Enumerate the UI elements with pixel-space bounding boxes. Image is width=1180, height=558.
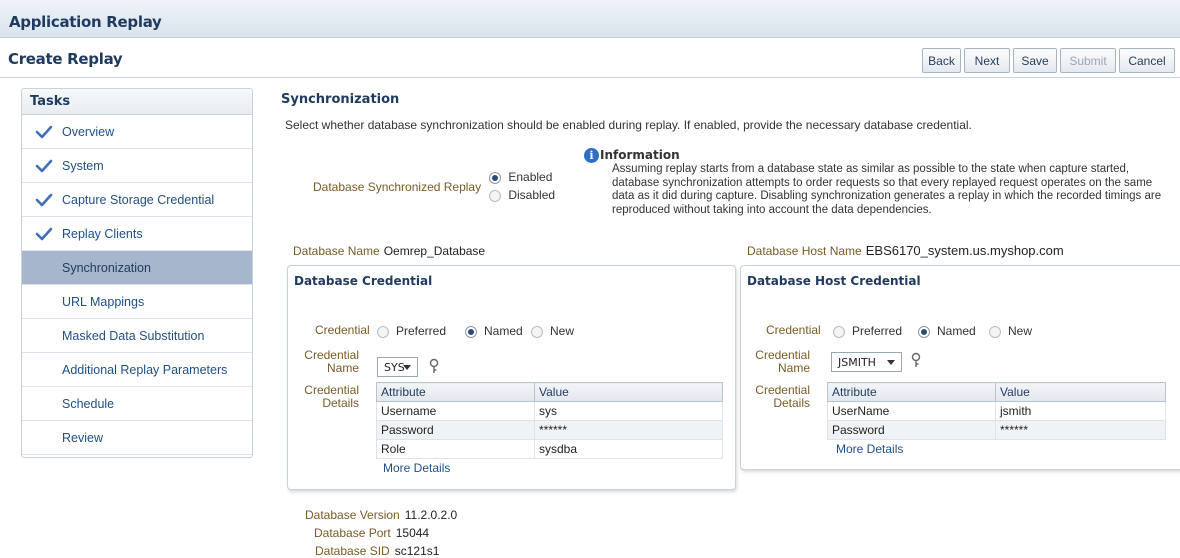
section-description: Select whether database synchronization … xyxy=(285,118,972,132)
submit-button[interactable]: Submit xyxy=(1060,48,1116,73)
host-credential-label: Credential xyxy=(766,323,821,337)
database-sid: Database SID sc121s1 xyxy=(315,544,440,558)
db-credential-label: Credential xyxy=(315,323,370,337)
db-named-radio[interactable] xyxy=(465,325,477,338)
app-header: Application Replay xyxy=(0,0,1180,38)
host-new-option[interactable]: New xyxy=(989,324,1032,338)
database-host-name: Database Host Name EBS6170_system.us.mysh… xyxy=(747,243,1064,258)
key-icon[interactable] xyxy=(910,352,922,368)
checkmark-icon xyxy=(35,227,53,241)
task-label: Replay Clients xyxy=(62,226,143,241)
task-item-overview[interactable]: Overview xyxy=(22,115,252,149)
task-item-review[interactable]: Review xyxy=(22,421,252,455)
key-icon[interactable] xyxy=(428,358,440,374)
table-row: Role sysdba xyxy=(376,439,723,459)
checkmark-icon xyxy=(35,125,53,139)
task-item-capture-storage-credential[interactable]: Capture Storage Credential xyxy=(22,183,252,217)
table-row: Username sys xyxy=(376,401,723,421)
task-label: System xyxy=(62,158,104,173)
attribute-column-header: Attribute xyxy=(827,382,996,402)
checkmark-icon xyxy=(35,159,53,173)
task-item-synchronization[interactable]: Synchronization xyxy=(22,251,252,285)
task-label: Overview xyxy=(62,124,115,139)
task-item-schedule[interactable]: Schedule xyxy=(22,387,252,421)
sync-disabled-radio[interactable] xyxy=(489,189,501,202)
chevron-down-icon xyxy=(403,365,411,370)
info-heading: i Information xyxy=(584,148,680,163)
host-credential-name-select[interactable]: JSMITH xyxy=(831,352,902,372)
chevron-down-icon xyxy=(887,360,895,365)
tasks-heading: Tasks xyxy=(22,89,252,115)
task-list: Overview System Capture Storage Credential… xyxy=(22,115,252,455)
table-row: Password ****** xyxy=(376,420,723,440)
task-item-masked-data-substitution[interactable]: Masked Data Substitution xyxy=(22,319,252,353)
info-icon: i xyxy=(584,148,599,163)
db-preferred-radio[interactable] xyxy=(377,325,389,338)
page-title: Create Replay xyxy=(8,50,123,68)
sync-enabled-radio[interactable] xyxy=(489,171,501,184)
db-new-option[interactable]: New xyxy=(531,324,574,338)
app-title: Application Replay xyxy=(9,13,162,31)
info-text: Assuming replay starts from a database s… xyxy=(612,163,1162,216)
host-credential-name-label: Credential Name xyxy=(755,348,810,375)
host-credential-title: Database Host Credential xyxy=(747,274,921,288)
task-label: Schedule xyxy=(62,396,115,411)
wizard-buttons: Back Next Save Submit Cancel xyxy=(922,48,1175,73)
page-header: Create Replay Back Next Save Submit Canc… xyxy=(0,44,1180,78)
sync-enabled-option[interactable]: Enabled xyxy=(489,170,552,184)
host-credential-table: Attribute Value UserName jsmith Password *… xyxy=(827,382,1166,440)
database-credential-title: Database Credential xyxy=(294,274,433,288)
database-port: Database Port 15044 xyxy=(314,526,430,540)
table-row: UserName jsmith xyxy=(827,401,1166,421)
task-label: URL Mappings xyxy=(62,294,145,309)
task-item-system[interactable]: System xyxy=(22,149,252,183)
attribute-column-header: Attribute xyxy=(376,382,535,402)
host-named-radio[interactable] xyxy=(918,325,930,338)
host-preferred-radio[interactable] xyxy=(833,325,845,338)
task-label: Synchronization xyxy=(62,260,151,275)
next-button[interactable]: Next xyxy=(964,48,1010,73)
host-credential-details-label: Credential Details xyxy=(755,383,810,410)
value-column-header: Value xyxy=(534,382,723,402)
db-credential-name-select[interactable]: SYS xyxy=(377,357,418,377)
database-version: Database Version 11.2.0.2.0 xyxy=(305,508,458,522)
task-label: Masked Data Substitution xyxy=(62,328,205,343)
task-item-replay-clients[interactable]: Replay Clients xyxy=(22,217,252,251)
host-preferred-option[interactable]: Preferred xyxy=(833,324,902,338)
sync-replay-label: Database Synchronized Replay xyxy=(313,180,482,194)
save-button[interactable]: Save xyxy=(1013,48,1057,73)
task-label: Capture Storage Credential xyxy=(62,192,215,207)
task-label: Review xyxy=(62,430,103,445)
back-button[interactable]: Back xyxy=(922,48,961,73)
host-named-option[interactable]: Named xyxy=(918,324,976,338)
db-more-details-link[interactable]: More Details xyxy=(383,461,450,475)
db-new-radio[interactable] xyxy=(531,325,543,338)
sync-disabled-option[interactable]: Disabled xyxy=(489,188,555,202)
tasks-panel: Tasks Overview System Capture Storage Cred… xyxy=(21,88,253,458)
task-item-additional-replay-parameters[interactable]: Additional Replay Parameters xyxy=(22,353,252,387)
db-credential-table: Attribute Value Username sys Password ****… xyxy=(376,382,723,459)
host-more-details-link[interactable]: More Details xyxy=(836,442,903,456)
host-new-radio[interactable] xyxy=(989,325,1001,338)
db-credential-details-label: Credential Details xyxy=(304,383,359,410)
checkmark-icon xyxy=(35,193,53,207)
task-item-url-mappings[interactable]: URL Mappings xyxy=(22,285,252,319)
db-credential-name-label: Credential Name xyxy=(304,348,359,375)
value-column-header: Value xyxy=(995,382,1166,402)
database-name: Database Name Oemrep_Database xyxy=(293,244,486,258)
task-label: Additional Replay Parameters xyxy=(62,362,228,377)
cancel-button[interactable]: Cancel xyxy=(1119,48,1175,73)
db-named-option[interactable]: Named xyxy=(465,324,523,338)
section-title: Synchronization xyxy=(281,92,400,107)
table-row: Password ****** xyxy=(827,420,1166,440)
db-preferred-option[interactable]: Preferred xyxy=(377,324,446,338)
